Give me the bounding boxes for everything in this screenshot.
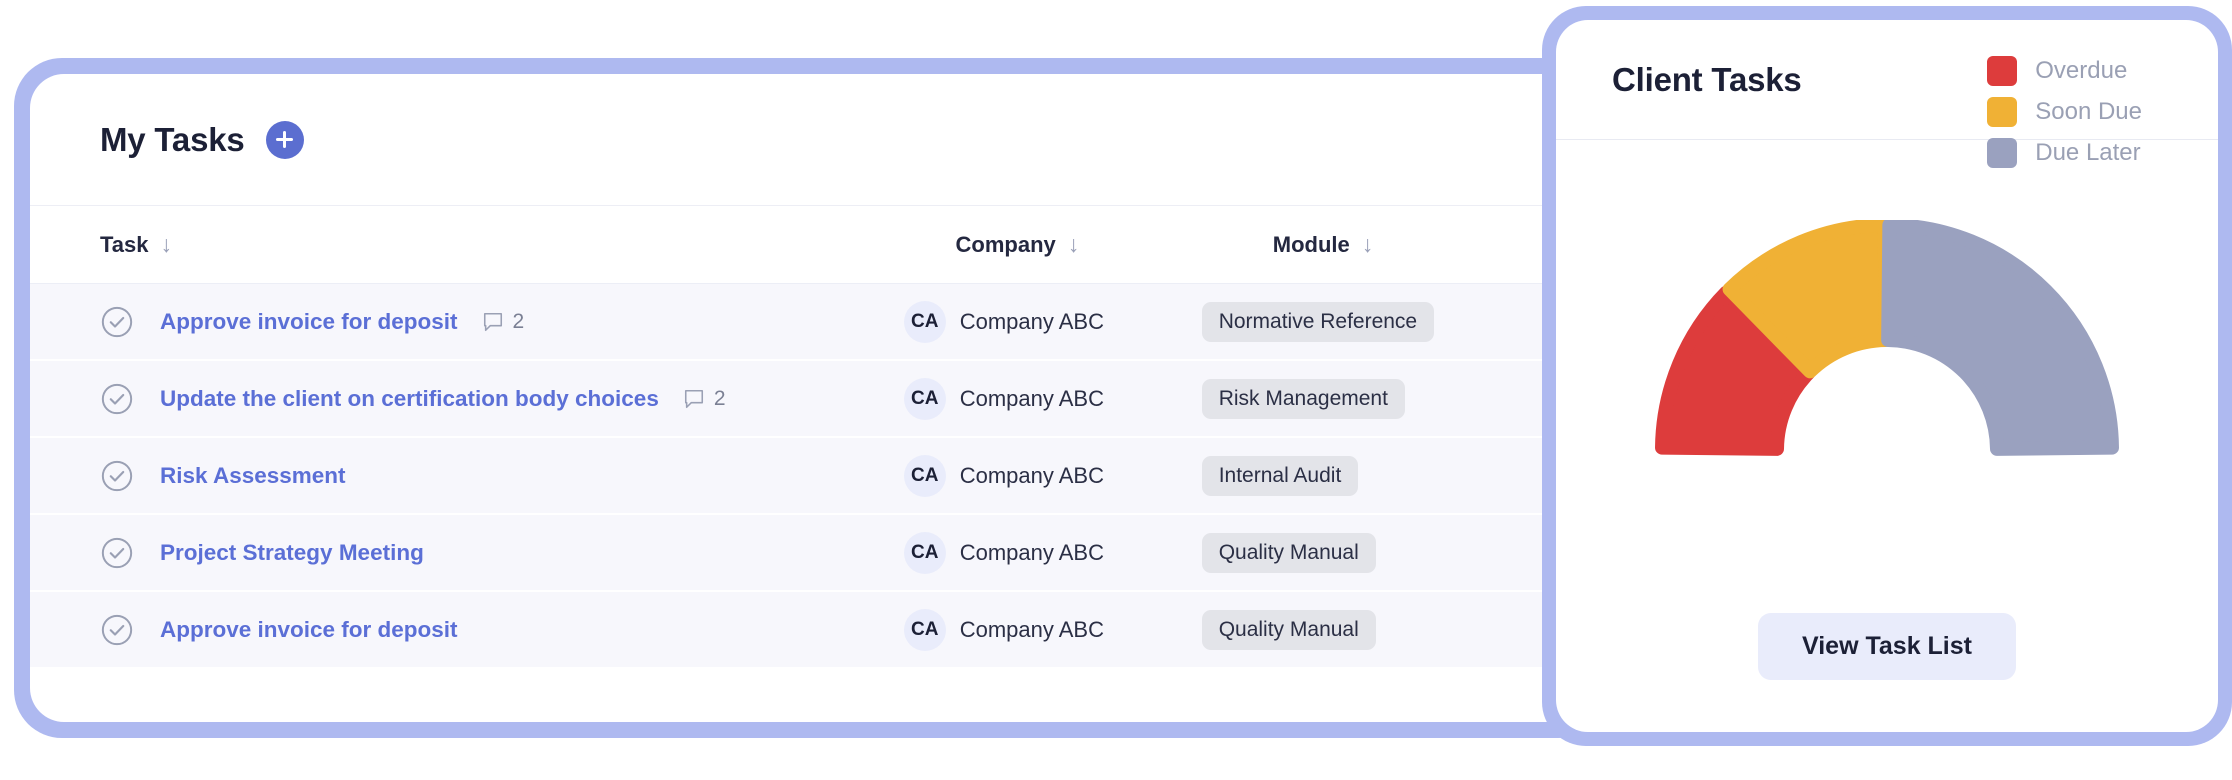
avatar: CA bbox=[904, 301, 946, 343]
task-cell: Project Strategy Meeting bbox=[100, 536, 904, 570]
module-cell: Risk Management bbox=[1202, 379, 1590, 419]
company-name: Company ABC bbox=[960, 386, 1104, 412]
dashboard-root: My Tasks Task ↓ Company ↓ bbox=[0, 0, 2232, 780]
legend-item-overdue: Overdue bbox=[1987, 56, 2142, 86]
table-row[interactable]: Approve invoice for deposit 2 CA Company… bbox=[30, 284, 1590, 359]
circle-check-icon[interactable] bbox=[100, 382, 134, 416]
client-tasks-card-body: Client Tasks Overdue Soon Due Due Later bbox=[1556, 20, 2218, 732]
comment-count: 2 bbox=[714, 387, 726, 411]
task-cell: Approve invoice for deposit 2 bbox=[100, 305, 904, 339]
avatar: CA bbox=[904, 532, 946, 574]
client-tasks-title: Client Tasks bbox=[1612, 61, 1802, 99]
module-cell: Normative Reference bbox=[1202, 302, 1590, 342]
comment-indicator: 2 bbox=[482, 310, 525, 334]
circle-check-icon[interactable] bbox=[100, 536, 134, 570]
comment-indicator: 2 bbox=[683, 387, 726, 411]
company-cell: CA Company ABC bbox=[904, 378, 1202, 420]
task-link[interactable]: Approve invoice for deposit bbox=[160, 617, 458, 643]
company-name: Company ABC bbox=[960, 617, 1104, 643]
my-tasks-card-body: My Tasks Task ↓ Company ↓ bbox=[30, 74, 1590, 722]
task-link[interactable]: Approve invoice for deposit bbox=[160, 309, 458, 335]
my-tasks-header: My Tasks bbox=[30, 74, 1590, 206]
comment-icon bbox=[683, 388, 705, 410]
company-cell: CA Company ABC bbox=[904, 609, 1202, 651]
sort-down-icon[interactable]: ↓ bbox=[161, 233, 173, 256]
module-badge: Internal Audit bbox=[1202, 456, 1359, 496]
sort-down-icon[interactable]: ↓ bbox=[1362, 233, 1374, 256]
module-cell: Internal Audit bbox=[1202, 456, 1590, 496]
circle-check-icon[interactable] bbox=[100, 305, 134, 339]
column-header-module-label: Module bbox=[1273, 232, 1350, 258]
legend-item-due-later: Due Later bbox=[1987, 138, 2142, 168]
task-link[interactable]: Update the client on certification body … bbox=[160, 386, 659, 412]
company-name: Company ABC bbox=[960, 463, 1104, 489]
legend-swatch-overdue bbox=[1987, 56, 2017, 86]
legend-label-overdue: Overdue bbox=[2035, 57, 2127, 85]
task-cell: Update the client on certification body … bbox=[100, 382, 904, 416]
legend-label-soon-due: Soon Due bbox=[2035, 98, 2142, 126]
module-badge: Quality Manual bbox=[1202, 610, 1376, 650]
column-header-task[interactable]: Task ↓ bbox=[100, 232, 956, 258]
view-task-list-wrap: View Task List bbox=[1556, 613, 2218, 680]
company-cell: CA Company ABC bbox=[904, 301, 1202, 343]
module-cell: Quality Manual bbox=[1202, 533, 1590, 573]
company-cell: CA Company ABC bbox=[904, 455, 1202, 497]
table-row[interactable]: Update the client on certification body … bbox=[30, 361, 1590, 436]
sort-down-icon[interactable]: ↓ bbox=[1068, 233, 1080, 256]
tasks-table-header-row: Task ↓ Company ↓ Module ↓ bbox=[30, 206, 1590, 284]
comment-icon bbox=[482, 311, 504, 333]
task-cell: Risk Assessment bbox=[100, 459, 904, 493]
gauge-segment-due-later bbox=[1888, 225, 2112, 449]
avatar: CA bbox=[904, 378, 946, 420]
page-title: My Tasks bbox=[100, 121, 245, 159]
legend-label-due-later: Due Later bbox=[2035, 139, 2140, 167]
task-cell: Approve invoice for deposit bbox=[100, 613, 904, 647]
client-tasks-gauge-chart bbox=[1556, 220, 2218, 460]
chart-legend: Overdue Soon Due Due Later bbox=[1987, 56, 2142, 168]
comment-count: 2 bbox=[513, 310, 525, 334]
table-row[interactable]: Risk Assessment CA Company ABC Internal … bbox=[30, 438, 1590, 513]
client-tasks-card: Client Tasks Overdue Soon Due Due Later bbox=[1542, 6, 2232, 746]
company-cell: CA Company ABC bbox=[904, 532, 1202, 574]
legend-swatch-soon-due bbox=[1987, 97, 2017, 127]
column-header-company-label: Company bbox=[956, 232, 1056, 258]
task-link[interactable]: Project Strategy Meeting bbox=[160, 540, 424, 566]
module-badge: Quality Manual bbox=[1202, 533, 1376, 573]
add-task-button[interactable] bbox=[266, 121, 304, 159]
circle-check-icon[interactable] bbox=[100, 613, 134, 647]
legend-item-soon-due: Soon Due bbox=[1987, 97, 2142, 127]
gauge-svg bbox=[1652, 220, 2122, 460]
avatar: CA bbox=[904, 609, 946, 651]
column-header-company[interactable]: Company ↓ bbox=[956, 232, 1273, 258]
avatar: CA bbox=[904, 455, 946, 497]
company-name: Company ABC bbox=[960, 540, 1104, 566]
table-row[interactable]: Project Strategy Meeting CA Company ABC … bbox=[30, 515, 1590, 590]
view-task-list-button[interactable]: View Task List bbox=[1758, 613, 2016, 680]
column-header-task-label: Task bbox=[100, 232, 149, 258]
my-tasks-card: My Tasks Task ↓ Company ↓ bbox=[14, 58, 1606, 738]
legend-swatch-due-later bbox=[1987, 138, 2017, 168]
tasks-table: Task ↓ Company ↓ Module ↓ bbox=[30, 206, 1590, 667]
module-cell: Quality Manual bbox=[1202, 610, 1590, 650]
plus-icon bbox=[276, 131, 293, 148]
company-name: Company ABC bbox=[960, 309, 1104, 335]
module-badge: Normative Reference bbox=[1202, 302, 1434, 342]
circle-check-icon[interactable] bbox=[100, 459, 134, 493]
task-link[interactable]: Risk Assessment bbox=[160, 463, 346, 489]
module-badge: Risk Management bbox=[1202, 379, 1405, 419]
table-row[interactable]: Approve invoice for deposit CA Company A… bbox=[30, 592, 1590, 667]
